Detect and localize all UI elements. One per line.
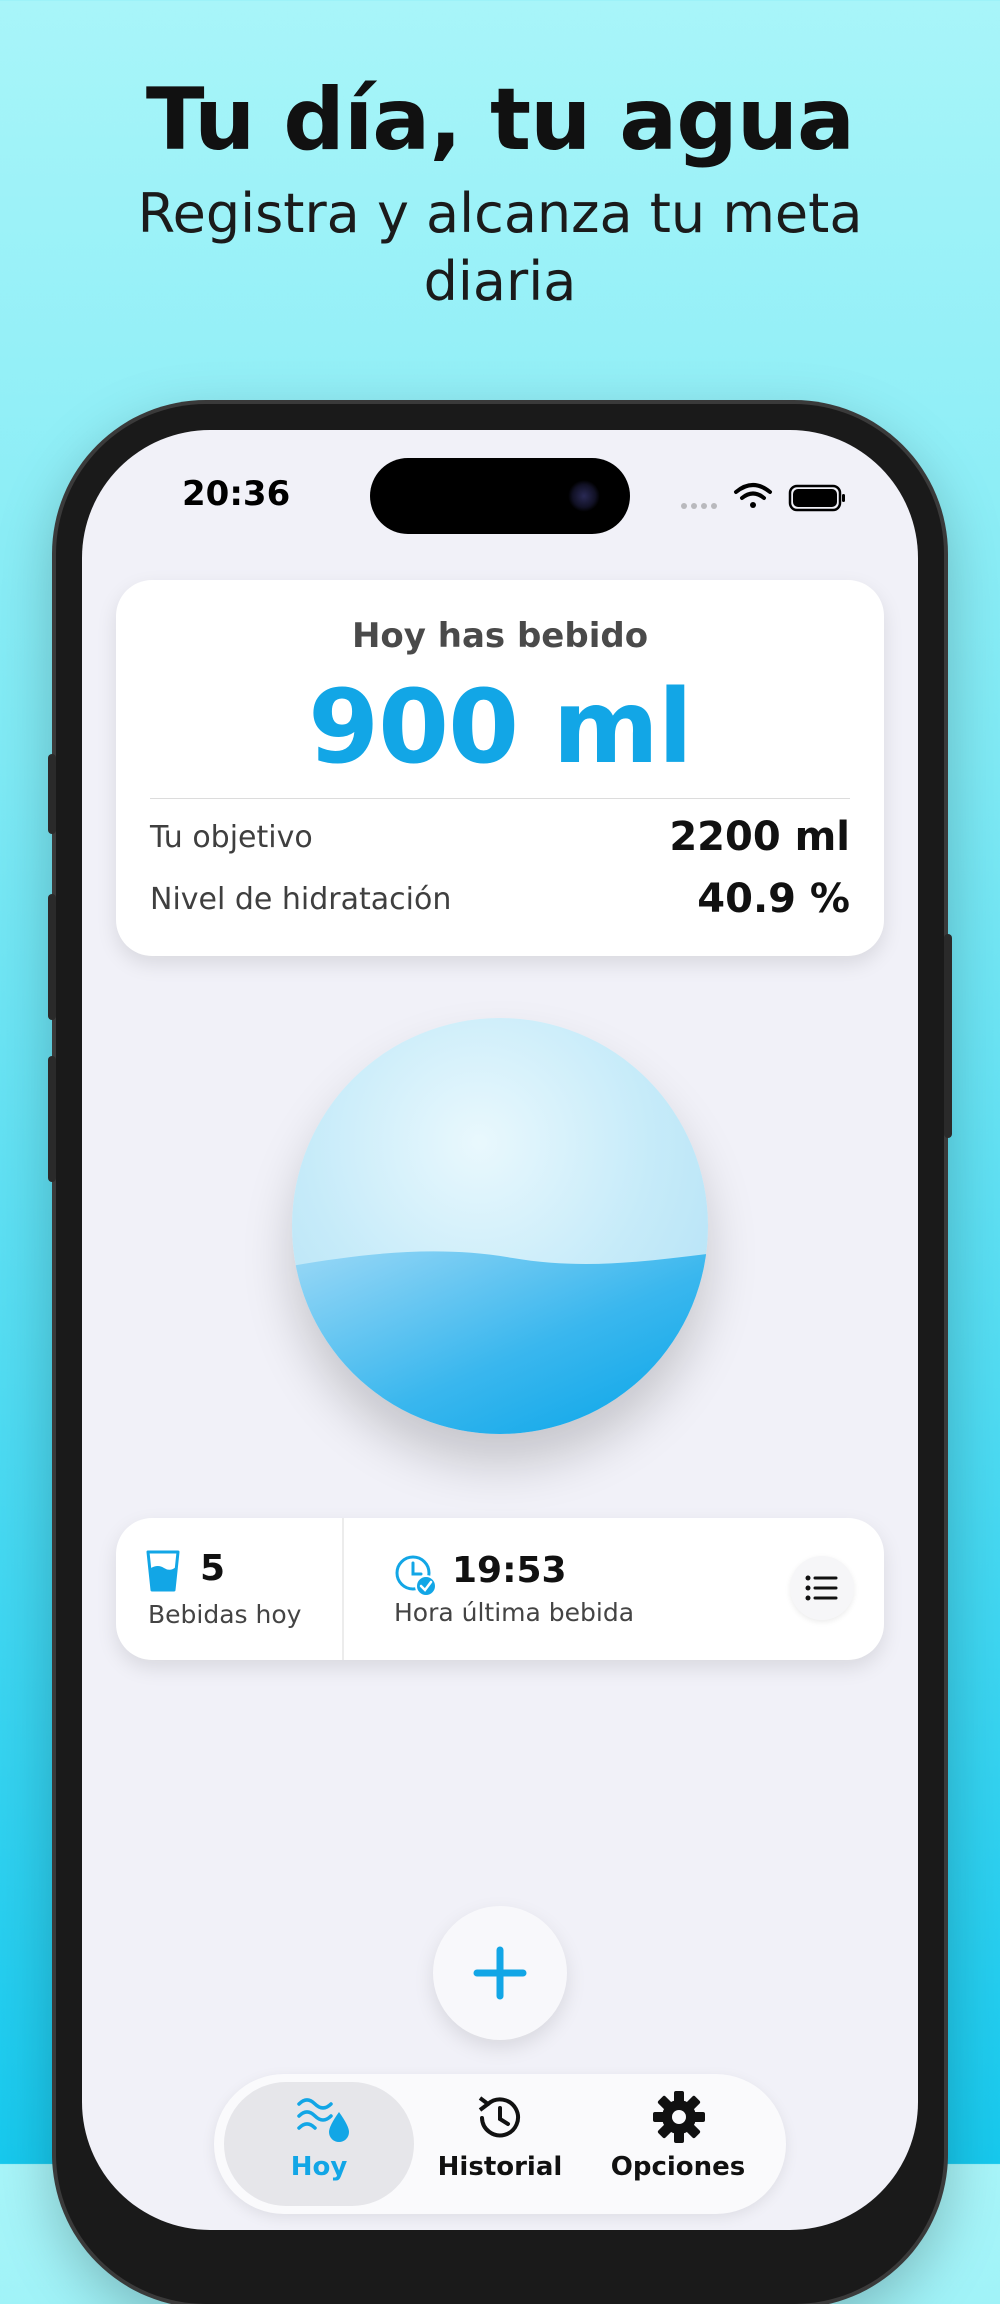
summary-title: Hoy has bebido [351, 616, 649, 656]
consumed-amount: 900 ml [308, 668, 693, 787]
side-button-volume-down [48, 1056, 56, 1182]
summary-divider [150, 798, 850, 799]
drinks-label: Bebidas hoy [148, 1600, 302, 1629]
water-waves-icon [297, 2098, 349, 2142]
plus-icon [473, 1946, 527, 2000]
status-time: 20:36 [182, 474, 291, 514]
wifi-icon [734, 483, 772, 508]
gear-icon [653, 2091, 705, 2143]
drinks-count: 5 [200, 1548, 226, 1589]
add-drink-button[interactable] [433, 1906, 567, 2040]
goal-value: 2200 ml [669, 814, 850, 860]
list-icon [805, 1575, 838, 1601]
status-icons [681, 483, 845, 512]
promo-subline: Registra y alcanza tu meta diaria [137, 182, 863, 313]
hydration-summary-card: Hoy has bebido 900 ml Tu objetivo 2200 m… [116, 580, 884, 956]
goal-label: Tu objetivo [150, 820, 313, 855]
last-drink-label: Hora última bebida [394, 1598, 635, 1627]
side-button-volume-up [48, 894, 56, 1020]
side-button-action [48, 754, 56, 834]
goal-row: Tu objetivo 2200 ml [150, 814, 850, 860]
tab-label-opciones: Opciones [610, 2152, 746, 2182]
last-drink-time: 19:53 [452, 1550, 567, 1591]
tab-label-hoy: Hoy [290, 2152, 348, 2182]
hydration-row: Nivel de hidratación 40.9 % [150, 876, 850, 922]
signal-icon [681, 503, 717, 509]
clock-check-icon [395, 1555, 437, 1597]
glass-icon [146, 1550, 180, 1592]
hydration-label: Nivel de hidratación [150, 882, 452, 917]
camera-icon [568, 480, 600, 512]
water-level-globe[interactable] [292, 1018, 708, 1434]
tab-label-historial: Historial [437, 2152, 563, 2182]
history-icon [478, 2096, 520, 2138]
stats-divider [342, 1518, 344, 1660]
promo-headline: Tu día, tu agua [145, 70, 855, 170]
tab-bar: Hoy Historial Opciones [214, 2074, 786, 2214]
drink-list-button[interactable] [790, 1556, 854, 1620]
tab-opciones[interactable]: Opciones [588, 2074, 768, 2214]
water-fill [292, 1251, 708, 1434]
side-button-power [944, 934, 952, 1138]
drinks-stats-card: 5 Bebidas hoy 19:53 Hora última bebida [116, 1518, 884, 1660]
battery-icon [788, 484, 845, 512]
tab-hoy[interactable]: Hoy [229, 2074, 409, 2214]
hydration-value: 40.9 % [697, 876, 850, 922]
tab-historial[interactable]: Historial [410, 2074, 590, 2214]
